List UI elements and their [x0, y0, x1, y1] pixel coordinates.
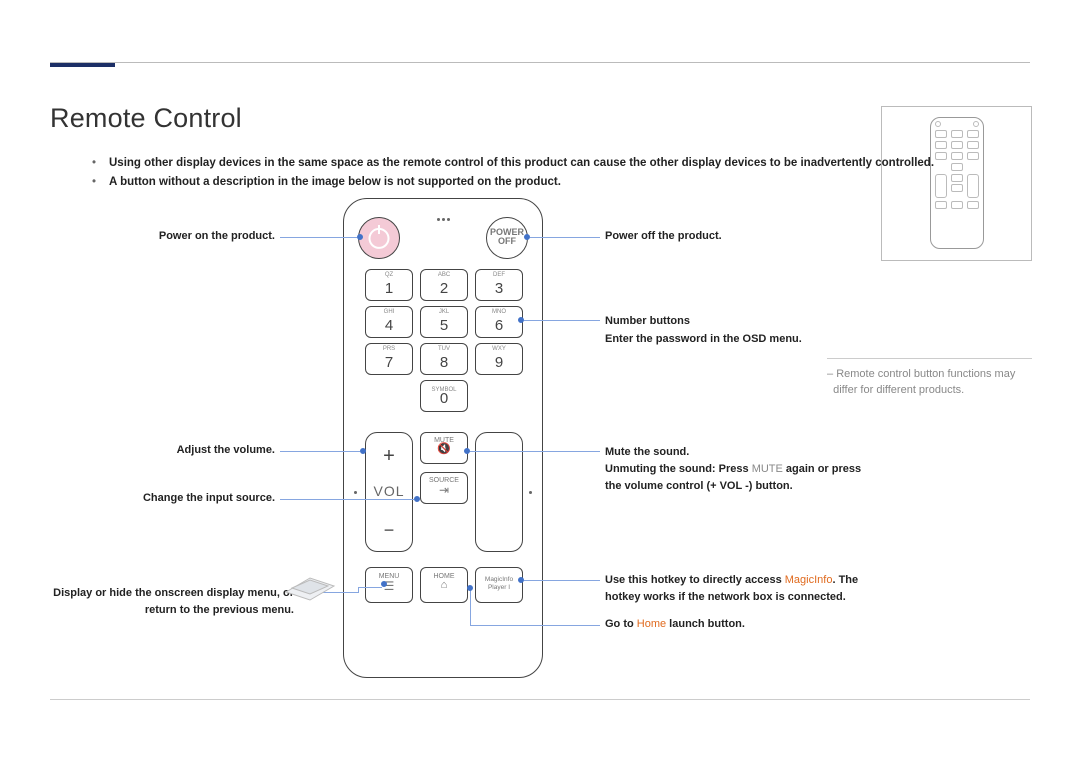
volume-up-icon: + — [366, 445, 412, 468]
callout-volume: Adjust the volume. — [80, 444, 275, 456]
menu-button: MENU ☰ — [365, 567, 413, 603]
callout-home: Go to Home launch button. — [605, 618, 745, 630]
callout-source: Change the input source. — [80, 492, 275, 504]
leader-dot — [464, 448, 470, 454]
top-rule — [50, 62, 1030, 63]
leader-dot — [518, 577, 524, 583]
key-8: TUV8 — [420, 343, 468, 375]
leader-line — [358, 587, 382, 588]
leader-dot — [524, 234, 530, 240]
leader-dot — [414, 496, 420, 502]
blank-rocker — [475, 432, 523, 552]
cable-illustration — [300, 590, 350, 591]
home-button: HOME ⌂ — [420, 567, 468, 603]
volume-down-icon: − — [366, 520, 412, 541]
source-button: SOURCE ⇥ — [420, 472, 468, 504]
note-item: A button without a description in the im… — [95, 173, 934, 193]
leader-line — [280, 237, 357, 238]
home-icon: ⌂ — [421, 580, 467, 592]
power-on-button — [358, 217, 400, 259]
callout-power-on: Power on the product. — [80, 230, 275, 242]
volume-rocker: + VOL − — [365, 432, 413, 552]
callout-magicinfo: Use this hotkey to directly access Magic… — [605, 572, 858, 606]
decor-dot — [529, 491, 532, 494]
leader-dot — [518, 317, 524, 323]
key-9: WXY9 — [475, 343, 523, 375]
mute-button: MUTE 🔇 — [420, 432, 468, 464]
leader-line — [530, 237, 600, 238]
accent-bar — [50, 63, 115, 67]
leader-line — [280, 499, 414, 500]
number-keypad: QZ1 ABC2 DEF3 GHI4 JKL5 MNO6 PRS7 TUV8 W… — [365, 269, 523, 417]
notes-list: Using other display devices in the same … — [55, 154, 934, 193]
note-item: Using other display devices in the same … — [95, 154, 934, 174]
callout-mute: Mute the sound. Unmuting the sound: Pres… — [605, 444, 861, 495]
ir-led-icon — [436, 208, 452, 213]
remote-illustration: POWER OFF QZ1 ABC2 DEF3 GHI4 JKL5 MNO6 P… — [343, 198, 543, 678]
leader-line — [470, 625, 600, 626]
callout-numbers: Number buttons Enter the password in the… — [605, 313, 802, 348]
key-4: GHI4 — [365, 306, 413, 338]
magicinfo-button: MagicInfoPlayer I — [475, 567, 523, 603]
volume-label: VOL — [366, 483, 412, 499]
leader-line — [470, 451, 600, 452]
leader-dot — [357, 234, 363, 240]
side-footnote: Remote control button functions may diff… — [827, 358, 1032, 399]
key-2: ABC2 — [420, 269, 468, 301]
leader-line — [524, 580, 600, 581]
page: Remote Control Using other display devic… — [0, 0, 1080, 763]
power-off-button: POWER OFF — [486, 217, 528, 259]
mini-remote-icon — [930, 117, 984, 249]
leader-dot — [467, 585, 473, 591]
key-3: DEF3 — [475, 269, 523, 301]
leader-line — [470, 590, 471, 626]
callout-power-off: Power off the product. — [605, 230, 722, 242]
key-6: MNO6 — [475, 306, 523, 338]
source-icon: ⇥ — [421, 484, 467, 497]
page-title: Remote Control — [50, 103, 242, 134]
remote-body: POWER OFF QZ1 ABC2 DEF3 GHI4 JKL5 MNO6 P… — [343, 198, 543, 678]
bottom-rule — [50, 699, 1030, 700]
leader-line — [524, 320, 600, 321]
key-1: QZ1 — [365, 269, 413, 301]
decor-dot — [354, 491, 357, 494]
mute-icon: 🔇 — [421, 444, 467, 456]
thumbnail-panel — [881, 106, 1032, 261]
footnote-line1: Remote control button functions may — [827, 368, 1015, 380]
key-7: PRS7 — [365, 343, 413, 375]
leader-line — [280, 451, 360, 452]
leader-dot — [360, 448, 366, 454]
key-0: SYMBOL0 — [420, 380, 468, 412]
footnote-line2: differ for different products. — [833, 384, 964, 396]
callout-menu: Display or hide the onscreen display men… — [30, 585, 294, 618]
key-5: JKL5 — [420, 306, 468, 338]
